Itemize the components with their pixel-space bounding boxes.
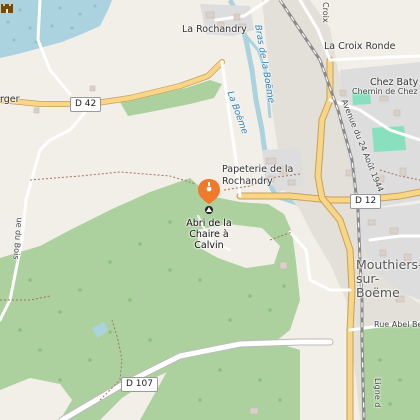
map-pin-icon[interactable] <box>197 178 221 214</box>
label-mouthiers: Mouthiers-sur-Boëme <box>356 257 420 300</box>
road-badge-d12: D 12 <box>350 194 382 209</box>
label-la-croix-ronde: La Croix Ronde <box>324 41 396 52</box>
road-badge-d42: D 42 <box>70 97 102 112</box>
label-chemin-de-chez: Chemin de Chez <box>352 87 418 96</box>
label-ligne: Ligne d <box>373 378 382 408</box>
castle-icon <box>1 4 13 13</box>
label-papeterie: Papeterie de la Rochandry <box>222 164 294 187</box>
poi-marker[interactable] <box>197 178 221 214</box>
label-croix: Croix <box>321 2 330 23</box>
label-rger: rger <box>0 94 20 105</box>
road-badge-d107: D 107 <box>121 377 158 392</box>
map-canvas[interactable]: La Rochandry Croix La Croix Ronde Chez B… <box>0 0 420 420</box>
poi-label[interactable]: Abri de la Chaire à Calvin <box>180 218 238 251</box>
label-la-rochandry: La Rochandry <box>182 24 247 35</box>
label-rue-abel: Rue Abel Be <box>374 320 420 329</box>
